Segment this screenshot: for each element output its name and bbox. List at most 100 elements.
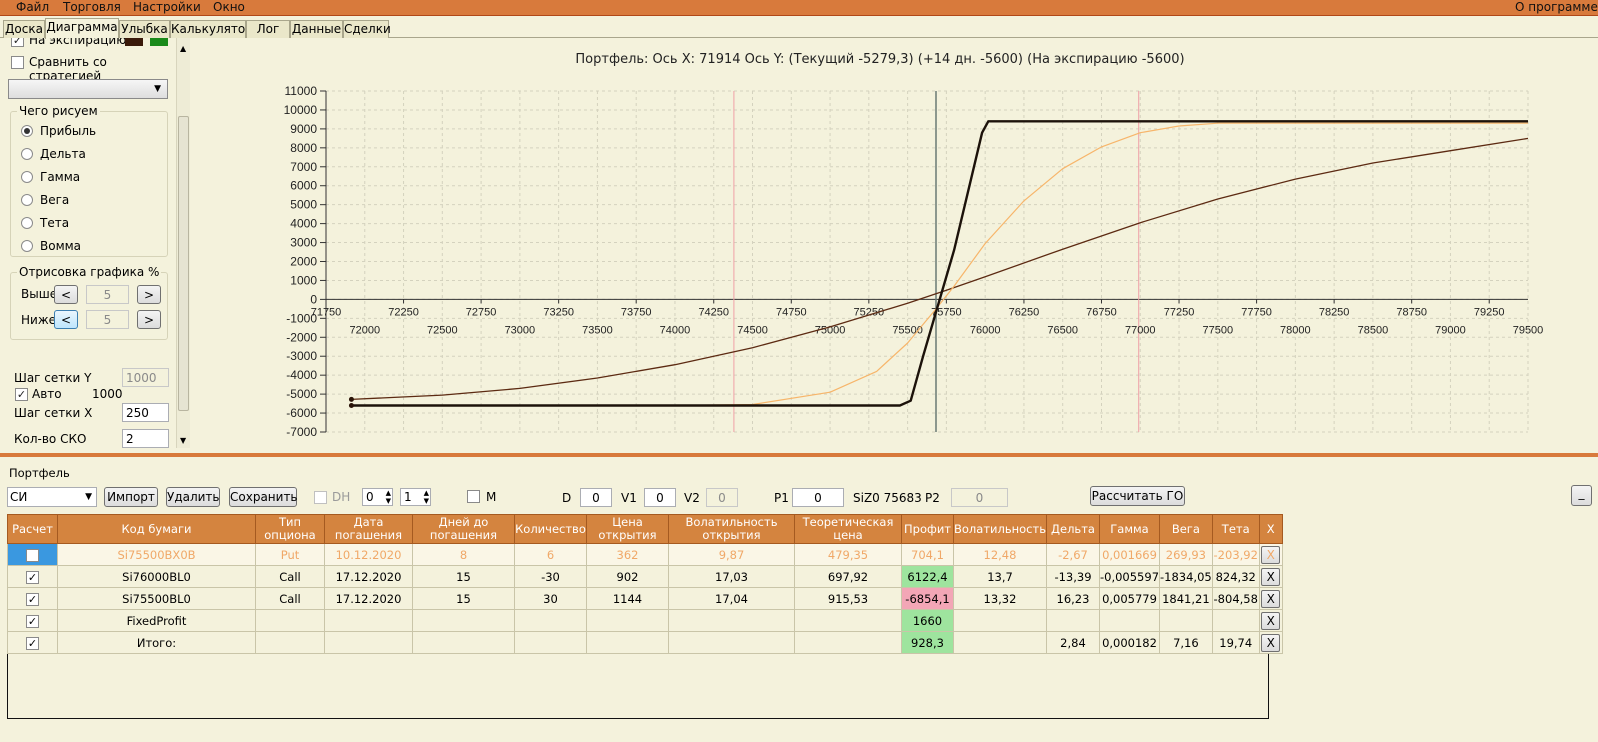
calc-checkbox[interactable]: ✓ — [26, 570, 39, 584]
column-header[interactable]: Расчет — [7, 514, 58, 544]
x-tick-label: 78000 — [1280, 324, 1311, 336]
x-tick-label: 74500 — [737, 324, 768, 336]
column-header[interactable]: Дельта — [1045, 514, 1100, 544]
table-cell: Put — [255, 543, 325, 566]
table-cell: 17.12.2020 — [324, 565, 413, 588]
table-cell — [586, 631, 669, 654]
x-tick-label: 73750 — [621, 306, 652, 318]
table-cell: 12,48 — [953, 543, 1047, 566]
x-tick-label: 71750 — [311, 306, 342, 318]
column-header[interactable]: Количество — [514, 514, 587, 544]
table-row[interactable]: ✓ Итого: 928,3 2,84 0,000182 7,16 19,74 X — [7, 631, 1283, 654]
series-start-point — [348, 396, 354, 402]
table-cell: 824,32 — [1211, 565, 1260, 588]
y-tick-label: -6000 — [286, 406, 317, 420]
m-checkbox[interactable] — [467, 490, 480, 503]
column-header[interactable]: Теоретическая цена — [794, 514, 902, 544]
column-header[interactable]: Волатильность — [953, 514, 1047, 544]
table-cell: -203,92 — [1211, 543, 1260, 566]
x-tick-label: 72500 — [427, 324, 458, 336]
x-tick-label: 72750 — [466, 306, 497, 318]
column-header[interactable]: Тета — [1211, 514, 1260, 544]
remove-row-button[interactable]: X — [1261, 567, 1281, 586]
table-body: Si75500BX0B Put 10.12.2020 8 6 362 9,87 479,35 7… — [7, 543, 1283, 654]
calc-cell[interactable]: ✓ — [7, 609, 58, 632]
dh-input-b[interactable]: 1 ▲ ▼ — [400, 488, 431, 506]
m-label: M — [486, 490, 497, 504]
table-cell: Итого: — [57, 631, 256, 654]
x-tick-label: 78500 — [1358, 324, 1389, 336]
calc-cell[interactable]: ✓ — [7, 587, 58, 610]
table-cell: 1660 — [901, 609, 954, 632]
column-header[interactable]: Цена открытия — [586, 514, 669, 544]
delete-button[interactable]: Удалить — [166, 487, 220, 507]
y-tick-label: -4000 — [286, 368, 317, 382]
table-cell: 19,74 — [1211, 631, 1260, 654]
column-header[interactable]: Волатильность открытия — [668, 514, 795, 544]
dh-input-a[interactable]: 0 ▲ ▼ — [362, 488, 393, 506]
x-tick-label: 79500 — [1513, 324, 1544, 336]
remove-row-button[interactable]: X — [1261, 633, 1281, 652]
import-button[interactable]: Импорт — [104, 487, 158, 507]
remove-row-button[interactable]: X — [1261, 545, 1281, 564]
table-row[interactable]: Si75500BX0B Put 10.12.2020 8 6 362 9,87 479,35 7… — [7, 543, 1283, 566]
table-cell: 30 — [514, 587, 587, 610]
panel-separator[interactable] — [0, 453, 1598, 457]
calc-checkbox[interactable]: ✓ — [26, 614, 39, 628]
d-input[interactable]: 0 — [580, 488, 612, 507]
column-header[interactable]: Дата погашения — [324, 514, 413, 544]
x-tick-label: 76250 — [1009, 306, 1040, 318]
y-tick-label: 9000 — [290, 122, 317, 136]
table-row[interactable]: ✓ FixedProfit 1660 X — [7, 609, 1283, 632]
table-cell: 269,93 — [1159, 543, 1213, 566]
column-header[interactable]: Вега — [1159, 514, 1213, 544]
table-cell — [1211, 609, 1260, 632]
chevron-down-icon: ▼ — [85, 492, 92, 502]
column-header[interactable]: Дней до погашения — [412, 514, 515, 544]
v1-input[interactable]: 0 — [644, 488, 676, 507]
calc-cell[interactable]: ✓ — [7, 631, 58, 654]
instrument-select[interactable]: СИ ▼ — [7, 487, 97, 507]
x-tick-label: 73500 — [582, 324, 613, 336]
table-cell: 0,000182 — [1098, 631, 1161, 654]
calc-checkbox[interactable]: ✓ — [26, 636, 39, 650]
p2-label: P2 — [925, 491, 940, 505]
column-header[interactable]: X — [1258, 514, 1283, 544]
calc-checkbox[interactable]: ✓ — [26, 592, 39, 606]
positions-table: Расчет Код бумаги Тип опциона Дата погашени… — [7, 514, 1283, 654]
column-header[interactable]: Гамма — [1098, 514, 1161, 544]
spin-icon[interactable]: ▲ ▼ — [386, 489, 391, 505]
dh-checkbox[interactable] — [314, 491, 327, 504]
column-header[interactable]: Профит — [901, 514, 954, 544]
table-cell: FixedProfit — [57, 609, 256, 632]
table-cell: 928,3 — [901, 631, 954, 654]
p2-input: 0 — [951, 488, 1008, 507]
table-cell: 17,04 — [668, 587, 795, 610]
payoff-chart[interactable]: 1100010000900080007000600050004000300020… — [0, 0, 1598, 456]
y-tick-label: 7000 — [290, 160, 317, 174]
x-tick-label: 79000 — [1435, 324, 1466, 336]
y-tick-label: 0 — [310, 292, 317, 306]
p1-input[interactable]: 0 — [792, 488, 844, 507]
calc-cell[interactable] — [7, 543, 58, 566]
remove-row-button[interactable]: X — [1261, 589, 1281, 608]
table-cell — [255, 631, 325, 654]
calc-cell[interactable]: ✓ — [7, 565, 58, 588]
series-start-point — [348, 402, 354, 408]
table-cell: -13,39 — [1045, 565, 1100, 588]
minimize-button[interactable]: _ — [1571, 485, 1592, 506]
save-button[interactable]: Сохранить — [229, 487, 298, 507]
table-row[interactable]: ✓ Si76000BL0 Call 17.12.2020 15 -30 902 17,03 69… — [7, 565, 1283, 588]
table-cell: Si75500BL0 — [57, 587, 256, 610]
table-cell: 479,35 — [794, 543, 902, 566]
series-line-2 — [351, 120, 1528, 407]
y-tick-label: 10000 — [284, 103, 318, 117]
table-row[interactable]: ✓ Si75500BL0 Call 17.12.2020 15 30 1144 17,04 91… — [7, 587, 1283, 610]
table-cell: 15 — [412, 587, 515, 610]
remove-row-button[interactable]: X — [1261, 611, 1281, 630]
column-header[interactable]: Код бумаги — [57, 514, 256, 544]
column-header[interactable]: Тип опциона — [255, 514, 325, 544]
calc-checkbox[interactable] — [26, 548, 39, 562]
calc-go-button[interactable]: Рассчитать ГО — [1090, 486, 1185, 506]
spin-icon[interactable]: ▲ ▼ — [424, 489, 429, 505]
